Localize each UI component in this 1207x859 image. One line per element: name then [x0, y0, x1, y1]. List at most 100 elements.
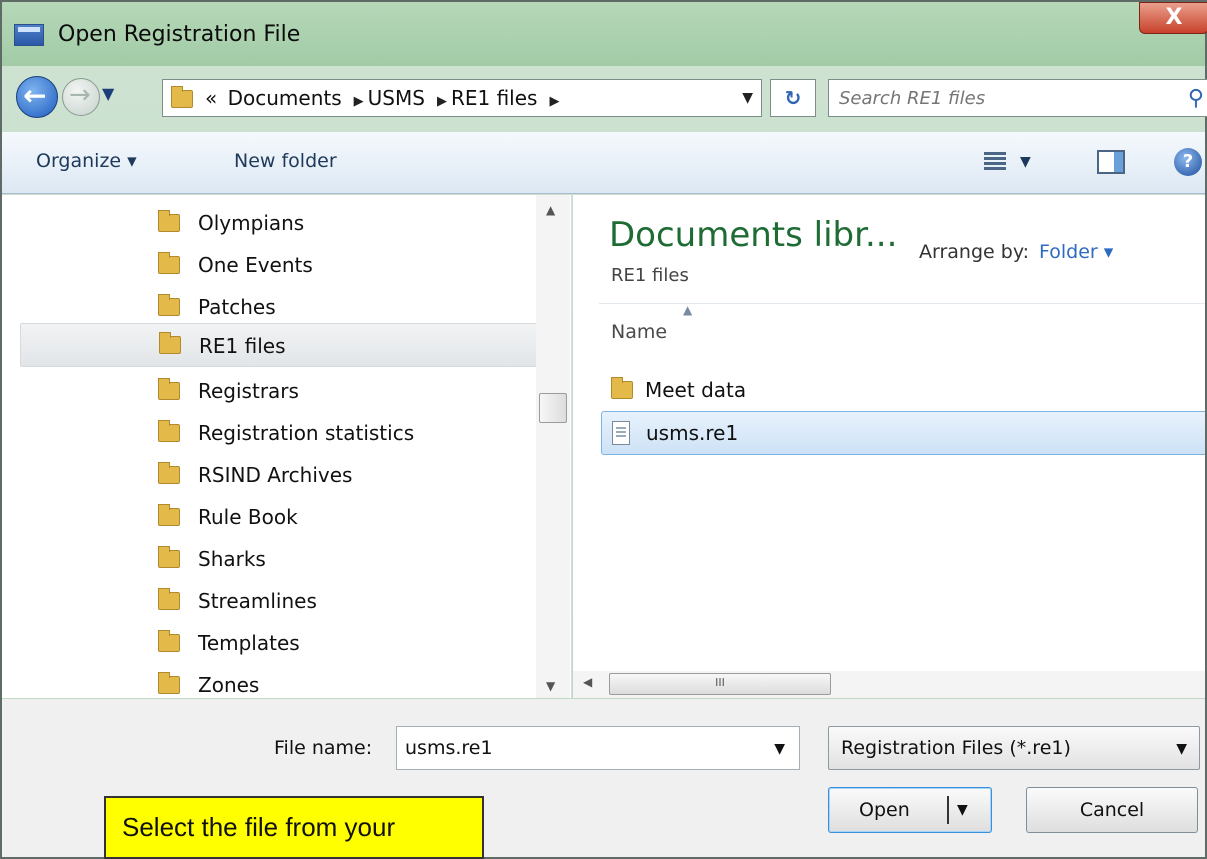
nav-item-label: One Events: [198, 253, 313, 277]
organize-button[interactable]: Organize ▾: [36, 150, 137, 172]
scroll-down-icon[interactable]: ▼: [546, 679, 555, 693]
content-horizontal-scrollbar[interactable]: ◀ III: [573, 671, 1205, 698]
column-header-name[interactable]: Name: [611, 321, 667, 343]
sort-ascending-icon: ▲: [683, 303, 693, 317]
arrange-by-dropdown[interactable]: Folder ▾: [1039, 241, 1113, 263]
title-bar[interactable]: Open Registration File X: [2, 2, 1207, 66]
nav-item[interactable]: Patches: [18, 287, 538, 327]
file-name-input[interactable]: [405, 735, 745, 761]
nav-item-label: Streamlines: [198, 589, 317, 613]
recent-locations-chevron-down-icon[interactable]: ▼: [102, 84, 114, 103]
folder-icon: [159, 332, 181, 354]
window-title: Open Registration File: [58, 22, 301, 47]
views-icon[interactable]: [984, 150, 1006, 172]
split-divider: [947, 796, 949, 824]
nav-item[interactable]: Rule Book: [18, 497, 538, 537]
file-name-combobox[interactable]: ▼: [396, 726, 800, 770]
nav-item[interactable]: Templates: [18, 623, 538, 663]
nav-item-label: Patches: [198, 295, 276, 319]
folder-icon: [158, 294, 180, 316]
nav-item-label: Rule Book: [198, 505, 298, 529]
preview-pane-icon[interactable]: [1097, 150, 1125, 174]
file-name-label: File name:: [274, 737, 373, 759]
address-bar[interactable]: « Documents ▶ USMS ▶ RE1 files ▶ ▼: [162, 79, 762, 117]
chevron-right-icon[interactable]: ▶: [437, 94, 447, 109]
search-box[interactable]: ⚲: [828, 79, 1207, 117]
folder-icon: [158, 588, 180, 610]
search-input[interactable]: [839, 85, 1169, 111]
navigation-pane: Olympians One Events Patches RE1 files R…: [2, 195, 572, 698]
nav-item[interactable]: Streamlines: [18, 581, 538, 621]
nav-item-label: RE1 files: [199, 334, 286, 358]
nav-item[interactable]: Olympians: [18, 203, 538, 243]
new-folder-button[interactable]: New folder: [234, 150, 337, 172]
nav-item-label: Registrars: [198, 379, 299, 403]
search-icon[interactable]: ⚲: [1188, 86, 1204, 111]
breadcrumb: « Documents ▶ USMS ▶ RE1 files ▶: [205, 86, 563, 110]
open-options-chevron-down-icon[interactable]: ▼: [957, 788, 968, 832]
library-title: Documents libr...: [609, 215, 898, 255]
folder-icon: [171, 86, 193, 108]
nav-item-selected[interactable]: RE1 files: [20, 323, 540, 367]
open-file-dialog: Open Registration File X ▼ « Documents ▶ U…: [0, 0, 1207, 859]
back-button[interactable]: [16, 76, 58, 118]
folder-icon: [158, 630, 180, 652]
command-toolbar: Organize ▾ New folder ▼ ?: [2, 132, 1205, 194]
views-chevron-down-icon[interactable]: ▼: [1020, 154, 1031, 170]
file-type-label: Registration Files (*.re1): [841, 737, 1071, 759]
chevron-right-icon[interactable]: ▶: [549, 94, 559, 109]
nav-item-label: Templates: [198, 631, 300, 655]
breadcrumb-prefix[interactable]: «: [205, 86, 217, 110]
scroll-left-icon[interactable]: ◀: [583, 675, 592, 689]
forward-button[interactable]: [62, 78, 100, 116]
cancel-button[interactable]: Cancel: [1026, 787, 1198, 833]
address-dropdown-chevron-down-icon[interactable]: ▼: [742, 90, 753, 106]
folder-icon: [158, 672, 180, 694]
nav-item-label: Olympians: [198, 211, 305, 235]
nav-item[interactable]: Sharks: [18, 539, 538, 579]
nav-vertical-scrollbar[interactable]: ▲ ▼: [536, 195, 570, 698]
instruction-callout: Select the file from your: [104, 796, 484, 859]
nav-item-label: Registration statistics: [198, 421, 415, 445]
scrollbar-thumb[interactable]: [539, 393, 567, 423]
library-subtitle: RE1 files: [611, 265, 689, 286]
folder-icon: [158, 210, 180, 232]
nav-item[interactable]: Zones: [18, 665, 538, 698]
chevron-right-icon[interactable]: ▶: [354, 94, 364, 109]
folder-icon: [611, 377, 633, 399]
folder-icon: [158, 462, 180, 484]
file-name: Meet data: [645, 378, 747, 402]
list-item-file-selected[interactable]: usms.re1: [601, 411, 1205, 455]
nav-item[interactable]: Registrars: [18, 371, 538, 411]
file-name-chevron-down-icon[interactable]: ▼: [774, 741, 785, 757]
nav-item[interactable]: One Events: [18, 245, 538, 285]
list-item-folder[interactable]: Meet data: [601, 369, 1205, 413]
folder-icon: [158, 252, 180, 274]
refresh-icon[interactable]: ↻: [770, 79, 816, 117]
document-icon: [612, 421, 630, 445]
file-type-chevron-down-icon[interactable]: ▼: [1176, 741, 1187, 757]
scrollbar-thumb[interactable]: III: [609, 673, 831, 695]
folder-icon: [158, 378, 180, 400]
folder-icon: [158, 546, 180, 568]
scroll-up-icon[interactable]: ▲: [546, 203, 555, 217]
file-type-select[interactable]: Registration Files (*.re1) ▼: [828, 726, 1200, 770]
file-list-pane: Documents libr... RE1 files Arrange by: …: [573, 195, 1205, 698]
nav-item[interactable]: RSIND Archives: [18, 455, 538, 495]
nav-item-label: Sharks: [198, 547, 266, 571]
folder-icon: [158, 420, 180, 442]
file-name: usms.re1: [646, 421, 739, 445]
folder-icon: [158, 504, 180, 526]
breadcrumb-usms[interactable]: USMS: [368, 86, 425, 110]
breadcrumb-re1-files[interactable]: RE1 files: [451, 86, 538, 110]
open-button[interactable]: Open ▼: [828, 787, 992, 833]
nav-item-label: RSIND Archives: [198, 463, 353, 487]
nav-item-label: Zones: [198, 673, 260, 697]
breadcrumb-documents[interactable]: Documents: [228, 86, 342, 110]
app-icon: [14, 24, 44, 46]
arrange-by-label: Arrange by:: [919, 241, 1030, 263]
callout-text: Select the file from your: [122, 812, 396, 842]
nav-item[interactable]: Registration statistics: [18, 413, 538, 453]
close-button[interactable]: X: [1139, 2, 1207, 34]
help-icon[interactable]: ?: [1174, 148, 1202, 176]
